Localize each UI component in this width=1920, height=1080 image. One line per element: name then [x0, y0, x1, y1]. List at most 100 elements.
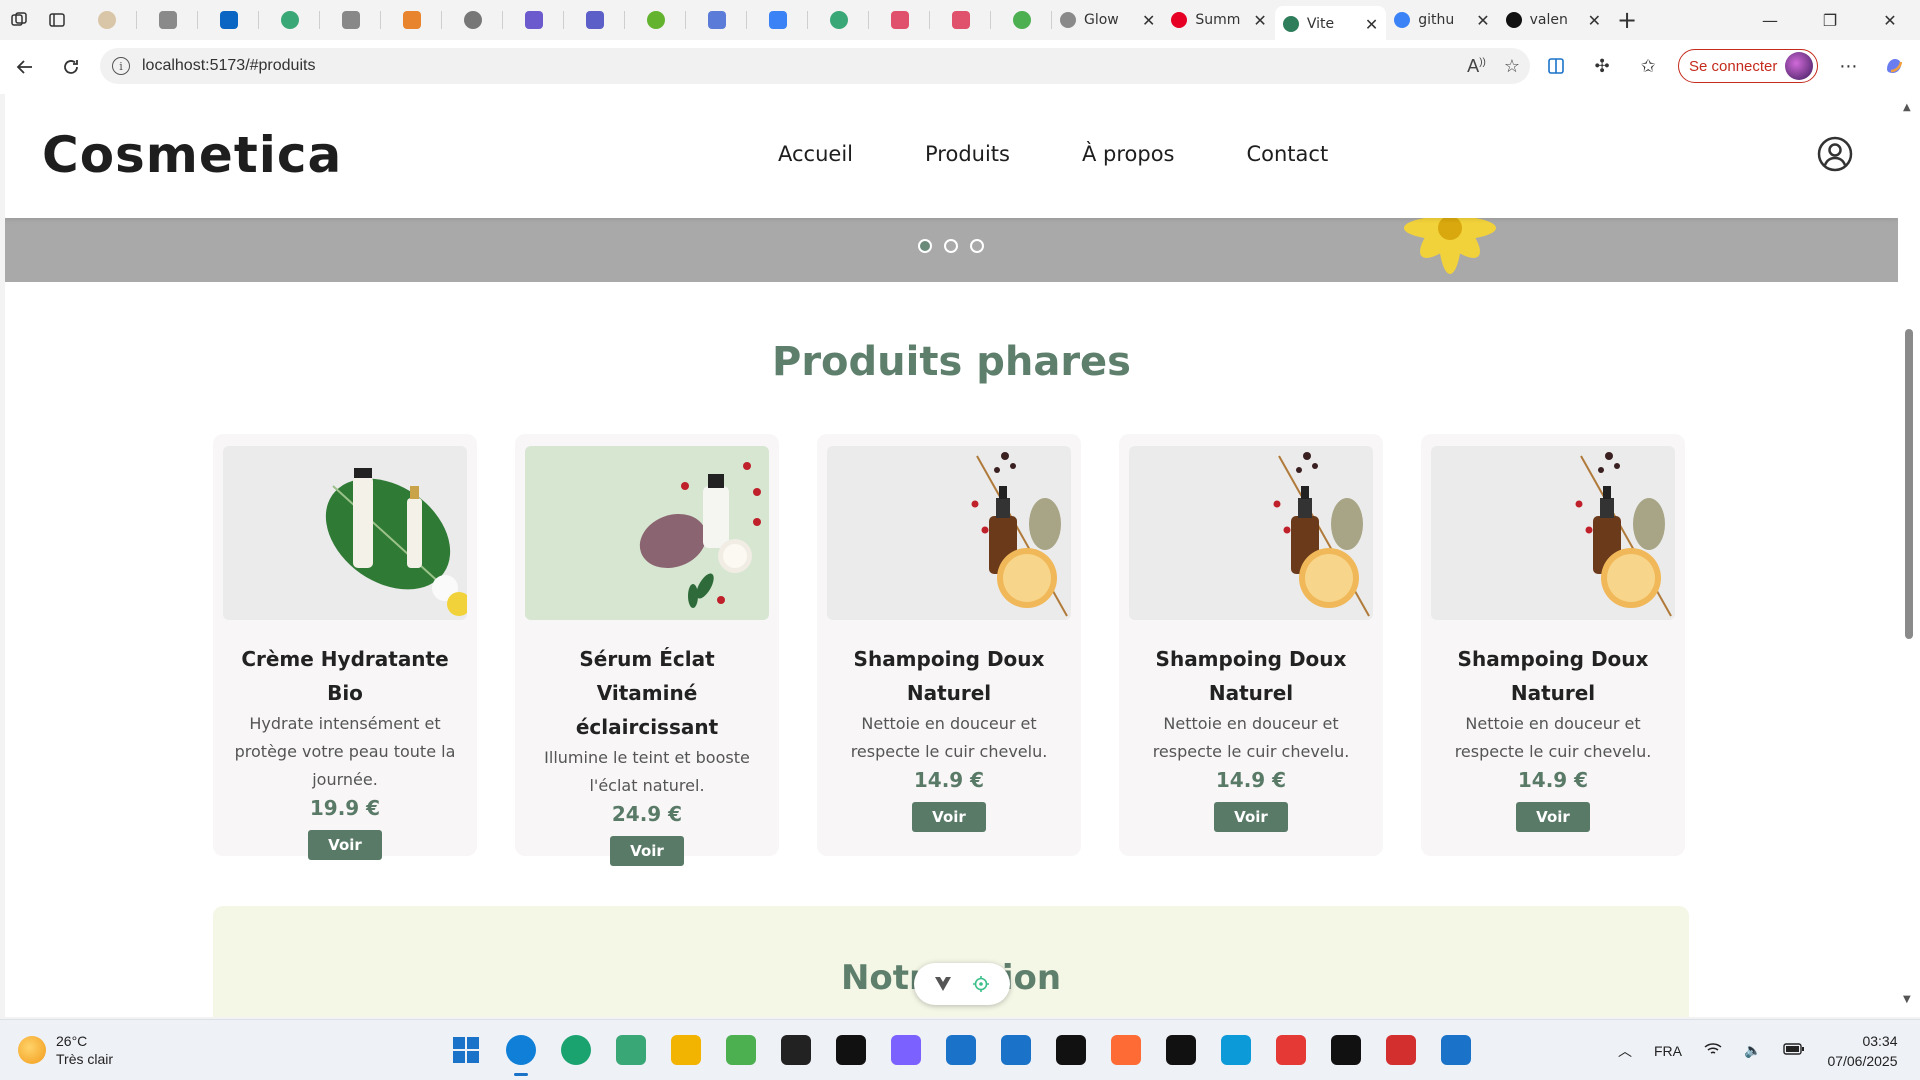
pinned-tab[interactable]: [320, 0, 381, 40]
scroll-thumb[interactable]: [1905, 329, 1913, 639]
start-button[interactable]: [446, 1030, 486, 1070]
user-account-icon[interactable]: [1817, 136, 1853, 172]
favicon-icon: [524, 11, 543, 29]
tab-close-icon[interactable]: ✕: [1253, 11, 1266, 30]
taskbar-app[interactable]: [886, 1030, 926, 1070]
battery-icon[interactable]: [1783, 1042, 1805, 1059]
tab-close-icon[interactable]: ✕: [1588, 11, 1601, 30]
carousel-dot-3[interactable]: [970, 239, 984, 253]
view-product-button[interactable]: Voir: [1516, 802, 1590, 832]
wifi-icon[interactable]: [1704, 1042, 1722, 1059]
browser-tab[interactable]: githu ✕: [1386, 4, 1497, 36]
taskbar-app[interactable]: [611, 1030, 651, 1070]
pinned-tab[interactable]: [991, 0, 1052, 40]
vue-devtools-toggle[interactable]: [914, 963, 1010, 1005]
favorite-star-icon[interactable]: ☆: [1504, 56, 1520, 77]
pinned-tab[interactable]: [442, 0, 503, 40]
url-text[interactable]: localhost:5173/#produits: [142, 57, 315, 75]
pinned-tab[interactable]: [381, 0, 442, 40]
app-icon: [891, 1035, 921, 1065]
show-hidden-icons-icon[interactable]: ︿: [1618, 1041, 1632, 1061]
pinned-tab[interactable]: [137, 0, 198, 40]
browser-tab[interactable]: Glow ✕: [1052, 4, 1163, 36]
scroll-up-arrow[interactable]: ▲: [1903, 102, 1911, 113]
view-product-button[interactable]: Voir: [1214, 802, 1288, 832]
vue-logo-icon[interactable]: [934, 976, 952, 992]
pinned-tab[interactable]: [930, 0, 991, 40]
inspect-target-icon[interactable]: [972, 975, 990, 993]
tab-close-icon[interactable]: ✕: [1142, 11, 1155, 30]
pinned-tab[interactable]: [747, 0, 808, 40]
favicon-icon: [463, 11, 482, 29]
scroll-down-arrow[interactable]: ▼: [1903, 994, 1911, 1005]
view-product-button[interactable]: Voir: [308, 830, 382, 860]
site-info-icon[interactable]: i: [112, 57, 130, 75]
product-card: Shampoing Doux Naturel Nettoie en douceu…: [817, 434, 1081, 856]
favicon-icon: [707, 11, 726, 29]
taskbar-app[interactable]: [1326, 1030, 1366, 1070]
taskbar-app[interactable]: [831, 1030, 871, 1070]
taskbar-app[interactable]: [1271, 1030, 1311, 1070]
workspaces-icon[interactable]: [0, 0, 38, 40]
browser-tab[interactable]: Summ ✕: [1163, 4, 1274, 36]
carousel-dot-2[interactable]: [944, 239, 958, 253]
nav-contact[interactable]: Contact: [1246, 142, 1328, 166]
taskbar-app[interactable]: [776, 1030, 816, 1070]
nav-accueil[interactable]: Accueil: [778, 142, 853, 166]
taskbar-app[interactable]: [501, 1030, 541, 1076]
taskbar-app[interactable]: [1381, 1030, 1421, 1070]
hero-carousel: [5, 218, 1898, 282]
tab-actions-icon[interactable]: [38, 0, 76, 40]
tab-close-icon[interactable]: ✕: [1365, 15, 1378, 34]
taskbar-app[interactable]: [1051, 1030, 1091, 1070]
extensions-icon[interactable]: ✣: [1586, 50, 1618, 82]
new-tab-button[interactable]: +: [1609, 2, 1645, 38]
pinned-tab[interactable]: [76, 0, 137, 40]
pinned-tab[interactable]: [564, 0, 625, 40]
taskbar-app[interactable]: [996, 1030, 1036, 1070]
pinned-tab[interactable]: [686, 0, 747, 40]
taskbar-app[interactable]: [1161, 1030, 1201, 1070]
nav-a-propos[interactable]: À propos: [1082, 142, 1175, 166]
split-screen-icon[interactable]: [1540, 50, 1572, 82]
url-field[interactable]: i localhost:5173/#produits A)) ☆: [100, 48, 1530, 84]
tab-favicon-icon: [1282, 16, 1299, 32]
pinned-tab[interactable]: [198, 0, 259, 40]
tab-close-icon[interactable]: ✕: [1476, 11, 1489, 30]
pinned-tab[interactable]: [625, 0, 686, 40]
tab-title: Glow: [1084, 12, 1119, 28]
favorites-icon[interactable]: ✩: [1632, 50, 1664, 82]
site-logo[interactable]: Cosmetica: [42, 126, 342, 184]
back-button[interactable]: [2, 47, 48, 87]
input-language[interactable]: FRA: [1654, 1043, 1682, 1059]
taskbar-app[interactable]: [721, 1030, 761, 1070]
pinned-tab[interactable]: [808, 0, 869, 40]
browser-tab[interactable]: Vite ✕: [1274, 6, 1387, 42]
taskbar-app[interactable]: [941, 1030, 981, 1070]
refresh-button[interactable]: [48, 47, 94, 87]
taskbar-app[interactable]: [1436, 1030, 1476, 1070]
clock[interactable]: 03:34 07/06/2025: [1827, 1031, 1897, 1071]
view-product-button[interactable]: Voir: [610, 836, 684, 866]
browser-tab[interactable]: valen ✕: [1498, 4, 1609, 36]
taskbar-app[interactable]: [556, 1030, 596, 1070]
page-scrollbar[interactable]: ▲ ▼: [1898, 94, 1920, 1017]
volume-icon[interactable]: 🔈: [1744, 1042, 1761, 1059]
weather-widget[interactable]: 26°C Très clair: [18, 1032, 113, 1068]
taskbar-app[interactable]: [666, 1030, 706, 1070]
taskbar-app[interactable]: [1216, 1030, 1256, 1070]
restore-button[interactable]: ❐: [1800, 0, 1860, 40]
minimize-button[interactable]: —: [1740, 0, 1800, 40]
pinned-tab[interactable]: [503, 0, 564, 40]
carousel-dot-1[interactable]: [918, 239, 932, 253]
read-aloud-icon[interactable]: A)): [1467, 56, 1486, 77]
taskbar-app[interactable]: [1106, 1030, 1146, 1070]
close-window-button[interactable]: ✕: [1860, 0, 1920, 40]
pinned-tab[interactable]: [869, 0, 930, 40]
copilot-icon[interactable]: [1878, 50, 1910, 82]
view-product-button[interactable]: Voir: [912, 802, 986, 832]
sign-in-button[interactable]: Se connecter: [1678, 49, 1819, 83]
pinned-tab[interactable]: [259, 0, 320, 40]
nav-produits[interactable]: Produits: [925, 142, 1010, 166]
more-menu-icon[interactable]: ⋯: [1832, 50, 1864, 82]
